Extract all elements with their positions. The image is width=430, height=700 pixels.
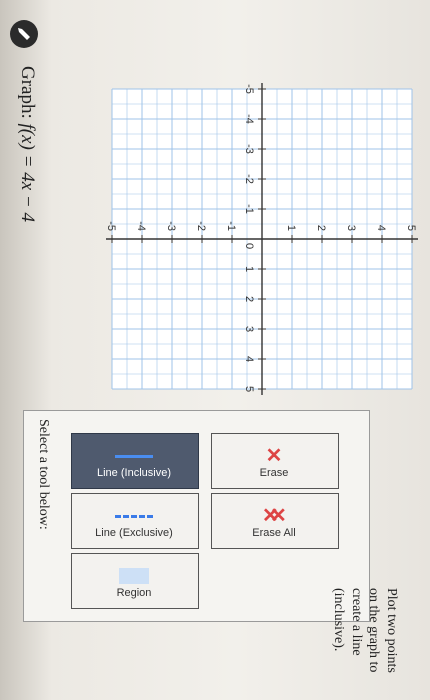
x-icon: ✕ xyxy=(265,445,283,467)
y-tick-label: -4 xyxy=(135,221,147,231)
x-tick-label: 4 xyxy=(243,356,255,362)
x-tick-label: 5 xyxy=(243,386,255,392)
x-tick-label: -1 xyxy=(243,204,255,214)
tool-line-exclusive-button[interactable]: Line (Exclusive) xyxy=(71,493,199,549)
solid-line-icon xyxy=(115,454,153,458)
dashed-line-icon xyxy=(115,514,153,518)
tool-panel: Select a tool below: Line (Inclusive) Li… xyxy=(23,410,370,622)
y-tick-label: -1 xyxy=(225,221,237,231)
x-tick-label: 2 xyxy=(243,296,255,302)
photo-background: Graph: f(x) = 4x − 4 -5 -4 -3 -2 -1 0 1 2 3 4 5 5 4 3… xyxy=(0,0,430,700)
x-tick-label: -3 xyxy=(243,144,255,154)
graph-function: f(x) = 4x − 4 xyxy=(17,123,38,222)
y-tick-label: -2 xyxy=(195,221,207,231)
x-tick-label: 1 xyxy=(243,266,255,272)
tool-region-button[interactable]: Region xyxy=(71,553,199,609)
tool-label: Erase All xyxy=(252,527,296,539)
x-tick-label: 0 xyxy=(243,243,255,249)
tool-prompt: Select a tool below: xyxy=(36,419,51,530)
x-tick-label: 3 xyxy=(243,326,255,332)
y-tick-label: 1 xyxy=(285,225,297,231)
tool-label: Line (Exclusive) xyxy=(95,527,173,539)
tool-line-inclusive-button[interactable]: Line (Inclusive) xyxy=(71,433,199,489)
y-tick-label: -5 xyxy=(105,221,117,231)
screen: Graph: f(x) = 4x − 4 -5 -4 -3 -2 -1 0 1 2 3 4 5 5 4 3… xyxy=(0,0,430,700)
y-tick-label: 2 xyxy=(315,225,327,231)
y-tick-label: 4 xyxy=(375,225,387,231)
y-tick-label: -3 xyxy=(165,221,177,231)
graph-title: Graph: f(x) = 4x − 4 xyxy=(16,66,38,222)
y-tick-label: 3 xyxy=(345,225,357,231)
x-tick-label: -4 xyxy=(243,114,255,124)
double-x-icon: ✕ ✕ xyxy=(262,505,287,527)
pencil-icon[interactable] xyxy=(10,20,38,48)
graph-title-label: Graph: xyxy=(17,66,38,124)
region-icon xyxy=(119,568,149,584)
instructions-text: Plot two points on the graph to create a… xyxy=(331,588,400,673)
tool-label: Region xyxy=(116,587,152,599)
x-tick-label: -2 xyxy=(243,174,255,184)
tool-erase-all-button[interactable]: ✕ ✕ Erase All xyxy=(211,493,339,549)
coordinate-grid[interactable]: -5 -4 -3 -2 -1 0 1 2 3 4 5 5 4 3 2 1 -1 -2 -3 -4 -5 xyxy=(54,74,430,404)
tool-label: Line (Inclusive) xyxy=(97,467,171,479)
tool-label: Erase xyxy=(259,467,289,479)
y-tick-label: 5 xyxy=(405,225,417,231)
tool-erase-button[interactable]: ✕ Erase xyxy=(211,433,339,489)
x-tick-label: -5 xyxy=(243,84,255,94)
